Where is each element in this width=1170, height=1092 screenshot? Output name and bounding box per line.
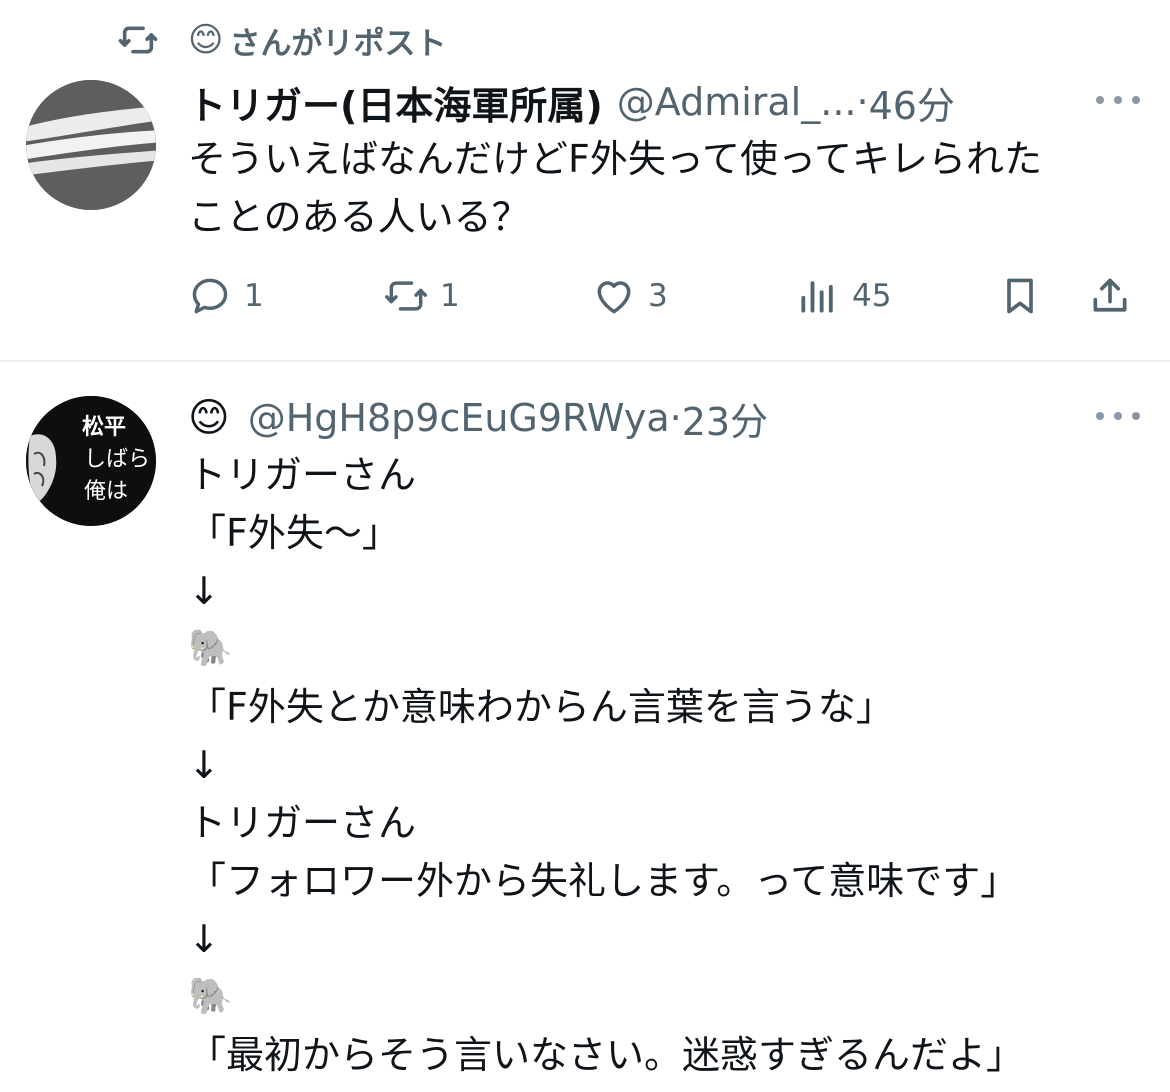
author-avatar[interactable] <box>26 80 156 210</box>
share-button[interactable] <box>1088 266 1144 326</box>
like-button[interactable]: 3 <box>592 266 668 326</box>
like-count: 3 <box>648 278 668 314</box>
reply-line: 「F外失とか意味わからん言葉を言うな」 <box>188 685 894 729</box>
bookmark-button[interactable] <box>998 266 1054 326</box>
reply-line: 「フォロワー外から失礼します。って意味です」 <box>188 859 1019 903</box>
repost-icon <box>118 26 158 54</box>
arrow-down: ↓ <box>188 743 220 787</box>
timestamp[interactable]: 23分 <box>682 391 768 446</box>
timestamp[interactable]: 46分 <box>869 75 955 130</box>
tweet-header: トリガー(日本海軍所属) @Admiral_... · 46分 <box>188 74 955 130</box>
tweet-divider <box>0 360 1170 362</box>
reply-count: 1 <box>244 278 264 314</box>
reply-line: 「F外失〜」 <box>188 511 400 555</box>
reply-line: トリガーさん <box>188 453 417 497</box>
reply-button[interactable]: 1 <box>188 266 264 326</box>
more-options-icon[interactable] <box>1096 406 1140 426</box>
tweet-actions: 1 1 3 45 <box>188 266 1138 326</box>
bookmark-icon <box>1007 278 1033 314</box>
elephant-emoji: 🐘 <box>188 628 233 669</box>
repost-icon <box>385 281 427 311</box>
display-name-emoji[interactable]: 😊 <box>188 395 230 441</box>
repost-count: 1 <box>440 278 460 314</box>
reply-header: 😊 @HgH8p9cEuG9RWya · 23分 <box>188 390 768 446</box>
more-options-icon[interactable] <box>1096 90 1140 110</box>
arrow-down: ↓ <box>188 569 220 613</box>
separator-dot: · <box>669 396 682 440</box>
avatar-image: 松平 しばら 俺は <box>26 396 156 526</box>
share-icon <box>1093 278 1127 312</box>
reply-icon <box>192 278 228 314</box>
avatar-text-1: 松平 <box>82 415 126 440</box>
arrow-down: ↓ <box>188 917 220 961</box>
reply-line: 「最初からそう言いなさい。迷惑すぎるんだよ」 <box>188 1033 1025 1077</box>
repost-button[interactable]: 1 <box>384 266 460 326</box>
elephant-emoji: 🐘 <box>188 976 233 1017</box>
avatar-text-2: しばら <box>84 447 150 472</box>
repost-label: さんがリポスト <box>229 25 447 62</box>
views-count: 45 <box>852 278 892 314</box>
reply-line: トリガーさん <box>188 801 417 845</box>
repost-user-emoji: 😊 <box>188 20 224 60</box>
user-handle[interactable]: @Admiral_... <box>617 80 857 124</box>
reply-author-avatar[interactable]: 松平 しばら 俺は <box>26 396 156 526</box>
separator-dot: · <box>856 80 869 124</box>
display-name[interactable]: トリガー(日本海軍所属) <box>188 75 603 130</box>
views-icon <box>801 281 833 313</box>
views-button[interactable]: 45 <box>796 266 891 326</box>
repost-indicator[interactable]: 😊 さんがリポスト <box>118 18 446 62</box>
tweet-text: そういえばなんだけどF外失って使ってキレられた ことのある人いる？ <box>188 137 1043 239</box>
avatar-text-3: 俺は <box>84 479 128 504</box>
avatar-image <box>26 80 156 210</box>
reply-text: トリガーさん 「F外失〜」 ↓ 🐘 「F外失とか意味わからん言葉を言うな」 ↓ … <box>188 446 1148 1084</box>
user-handle[interactable]: @HgH8p9cEuG9RWya <box>248 396 670 440</box>
heart-icon <box>597 281 631 314</box>
